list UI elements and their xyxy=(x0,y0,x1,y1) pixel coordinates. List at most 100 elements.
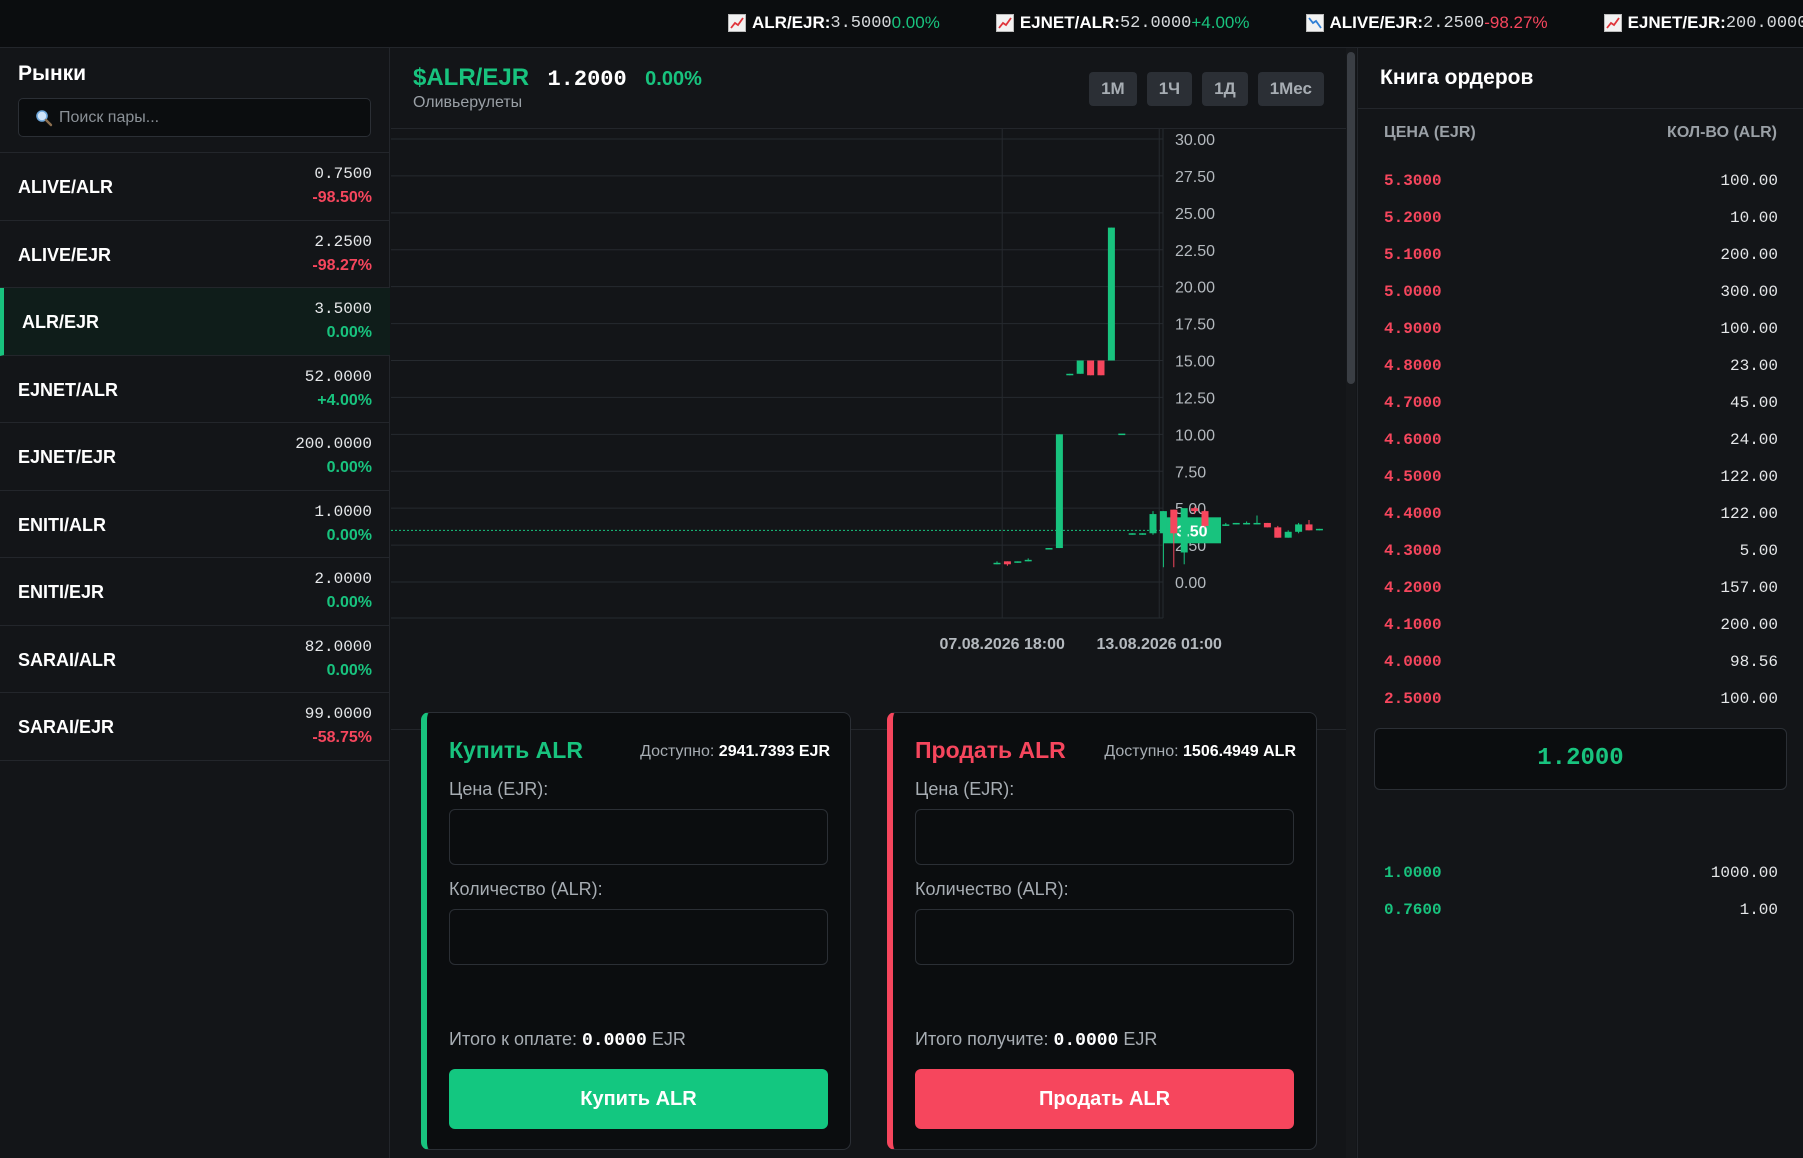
candle-body[interactable] xyxy=(1087,360,1095,376)
buy-submit-button[interactable]: Купить ALR xyxy=(449,1069,828,1129)
bid-row[interactable]: 1.0000 1000.00 xyxy=(1358,854,1803,891)
candle-body[interactable] xyxy=(1232,522,1240,525)
order-book-title: Книга ордеров xyxy=(1380,66,1534,89)
candle-body[interactable] xyxy=(1315,528,1323,531)
candle-body[interactable] xyxy=(1222,524,1230,526)
candle-body[interactable] xyxy=(1284,531,1292,538)
ask-row[interactable]: 4.6000 24.00 xyxy=(1358,421,1803,458)
timeframe-button[interactable]: 1Ч xyxy=(1146,72,1193,106)
ask-qty: 122.00 xyxy=(1720,505,1778,523)
markets-title: Рынки xyxy=(18,62,87,85)
market-name: EJNET/ALR xyxy=(18,379,119,400)
ask-row[interactable]: 2.5000 100.00 xyxy=(1358,680,1803,717)
candle-body[interactable] xyxy=(1180,508,1188,553)
ask-price: 4.7000 xyxy=(1384,394,1442,412)
buy-total: Итого к оплате: 0.0000 EJR xyxy=(449,1029,686,1051)
ticker-item[interactable]: EJNET/ALR: 52.0000 +4.00% xyxy=(995,13,1250,33)
ask-qty: 300.00 xyxy=(1720,283,1778,301)
candle-body[interactable] xyxy=(1170,509,1178,534)
scrollbar-thumb[interactable] xyxy=(1347,52,1355,384)
ask-price: 5.3000 xyxy=(1384,172,1442,190)
y-tick-label: 7.50 xyxy=(1175,464,1206,481)
spread-price: 1.2000 xyxy=(1374,728,1787,790)
market-change: -98.27% xyxy=(312,256,372,274)
sell-qty-input[interactable] xyxy=(915,909,1294,965)
timeframe-button[interactable]: 1Мес xyxy=(1257,72,1324,106)
ask-row[interactable]: 4.1000 200.00 xyxy=(1358,606,1803,643)
ask-row[interactable]: 4.2000 157.00 xyxy=(1358,569,1803,606)
candle-body[interactable] xyxy=(1118,433,1126,436)
center-scrollbar[interactable] xyxy=(1346,48,1356,1158)
market-change: 0.00% xyxy=(326,324,372,341)
ask-qty: 5.00 xyxy=(1739,542,1778,560)
ticker-item[interactable]: EJNET/EJR: 200.0000 xyxy=(1603,13,1803,33)
candle-body[interactable] xyxy=(1191,508,1199,512)
sell-submit-button[interactable]: Продать ALR xyxy=(915,1069,1294,1129)
ask-qty: 23.00 xyxy=(1729,357,1778,375)
candle-body[interactable] xyxy=(1014,561,1022,563)
candle-body[interactable] xyxy=(1107,227,1115,361)
search-input[interactable] xyxy=(59,108,339,127)
ask-row[interactable]: 5.2000 10.00 xyxy=(1358,199,1803,236)
timeframe-button[interactable]: 1M xyxy=(1089,72,1137,106)
candle-body[interactable] xyxy=(1003,561,1011,565)
candle-body[interactable] xyxy=(1076,360,1084,374)
search-box[interactable] xyxy=(18,98,371,137)
bid-price: 1.0000 xyxy=(1384,864,1442,882)
market-row[interactable]: ALR/EJR 3.5000 0.00% xyxy=(0,288,390,356)
candle-body[interactable] xyxy=(1149,514,1157,534)
candle-body[interactable] xyxy=(1066,373,1074,376)
buy-qty-input[interactable] xyxy=(449,909,828,965)
ask-row[interactable]: 4.8000 23.00 xyxy=(1358,347,1803,384)
candle-body[interactable] xyxy=(1201,511,1209,526)
ticker-item[interactable]: ALR/EJR: 3.5000 0.00% xyxy=(728,13,940,33)
candle-body[interactable] xyxy=(1097,360,1105,376)
market-change: -58.75% xyxy=(312,729,372,746)
ask-price: 4.0000 xyxy=(1384,653,1442,671)
ticker-item[interactable]: ALIVE/EJR: 2.2500 -98.27% xyxy=(1305,13,1548,33)
sell-price-input[interactable] xyxy=(915,809,1294,865)
candlestick-chart[interactable]: 30.00 27.50 25.00 22.50 20.00 17.50 15.00 12.50… xyxy=(391,128,1346,730)
buy-price-input[interactable] xyxy=(449,809,828,865)
ask-row[interactable]: 4.3000 5.00 xyxy=(1358,532,1803,569)
candle-body[interactable] xyxy=(1274,527,1282,538)
candle-body[interactable] xyxy=(1139,533,1147,535)
ask-row[interactable]: 4.5000 122.00 xyxy=(1358,458,1803,495)
market-row[interactable]: ENITI/ALR 1.0000 0.00% xyxy=(0,491,390,558)
bid-row[interactable]: 0.7600 1.00 xyxy=(1358,891,1803,928)
ask-qty: 157.00 xyxy=(1720,579,1778,597)
timeframe-button[interactable]: 1Д xyxy=(1202,72,1248,106)
candle-body[interactable] xyxy=(1024,559,1032,562)
market-row[interactable]: EJNET/ALR 52.0000 +4.00% xyxy=(0,356,390,423)
market-row[interactable]: ALIVE/ALR 0.7500 -98.50% xyxy=(0,153,390,221)
market-row[interactable]: SARAI/ALR 82.0000 0.00% xyxy=(0,626,390,693)
sell-title: Продать ALR xyxy=(915,737,1066,763)
order-book-col-qty: КОЛ-ВО (ALR) xyxy=(1667,124,1777,141)
candle-body[interactable] xyxy=(1128,533,1136,535)
candle-body[interactable] xyxy=(1045,548,1053,550)
candle-body[interactable] xyxy=(1305,524,1313,531)
market-row[interactable]: EJNET/EJR 200.0000 0.00% xyxy=(0,423,390,491)
candle-body[interactable] xyxy=(1055,434,1063,549)
candle-body[interactable] xyxy=(1159,511,1167,534)
ask-price: 4.6000 xyxy=(1384,431,1442,449)
ask-row[interactable]: 4.4000 122.00 xyxy=(1358,495,1803,532)
ask-row[interactable]: 5.0000 300.00 xyxy=(1358,273,1803,310)
chart-svg[interactable]: 30.00 27.50 25.00 22.50 20.00 17.50 15.00 12.50… xyxy=(391,129,1346,731)
ask-row[interactable]: 4.0000 98.56 xyxy=(1358,643,1803,680)
ask-row[interactable]: 4.7000 45.00 xyxy=(1358,384,1803,421)
market-name: ALIVE/ALR xyxy=(18,177,114,197)
market-row[interactable]: ENITI/EJR 2.0000 0.00% xyxy=(0,558,390,626)
candle-body[interactable] xyxy=(1253,522,1261,525)
candle-body[interactable] xyxy=(1295,524,1303,532)
market-row[interactable]: SARAI/EJR 99.0000 -58.75% xyxy=(0,693,390,761)
candle-body[interactable] xyxy=(993,562,1001,565)
market-row[interactable]: ALIVE/EJR 2.2500 -98.27% xyxy=(0,221,390,288)
ask-row[interactable]: 5.3000 100.00 xyxy=(1358,162,1803,199)
ask-row[interactable]: 4.9000 100.00 xyxy=(1358,310,1803,347)
ask-row[interactable]: 5.1000 200.00 xyxy=(1358,236,1803,273)
ticker-price: 52.0000 xyxy=(1119,13,1192,33)
candle-body[interactable] xyxy=(1243,522,1251,525)
bids-list: 1.0000 1000.00 0.7600 1.00 xyxy=(1358,854,1803,928)
candle-body[interactable] xyxy=(1263,522,1271,528)
